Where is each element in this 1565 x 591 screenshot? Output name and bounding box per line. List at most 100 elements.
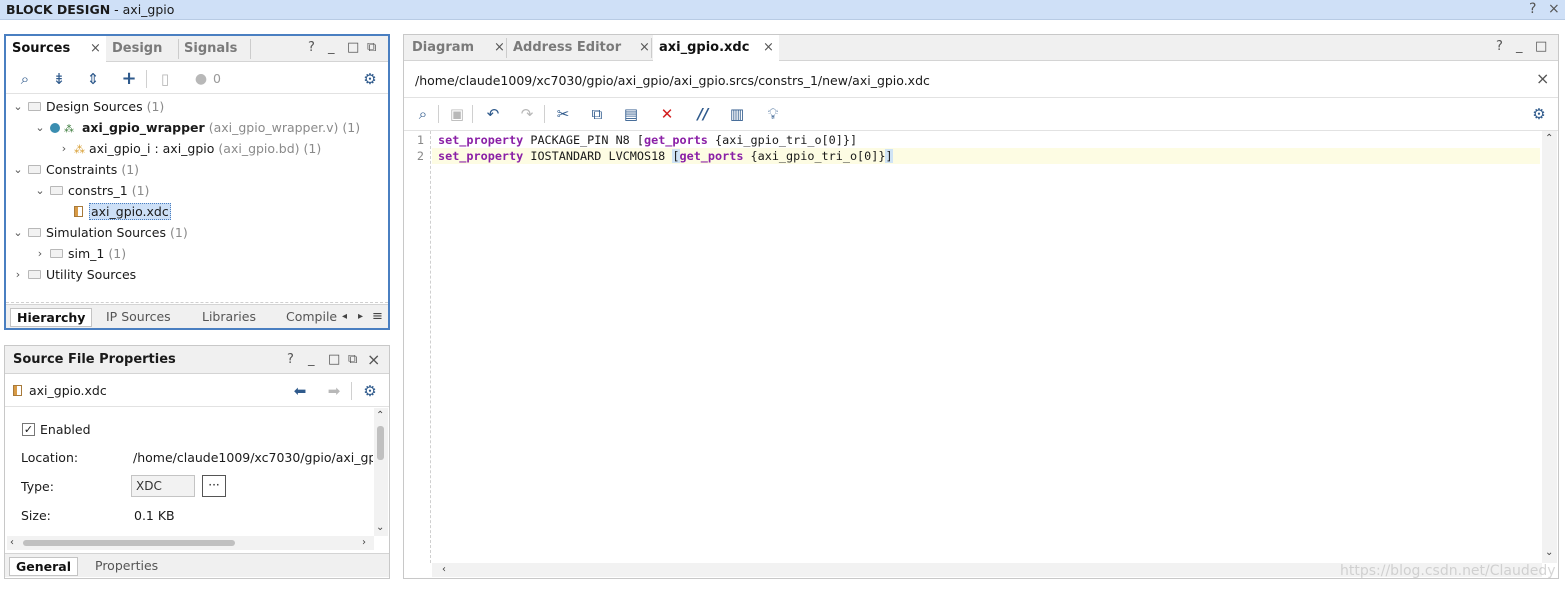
close-icon[interactable]: ×	[1548, 1, 1560, 17]
cut-icon[interactable]: ✂	[554, 105, 572, 123]
maximize-icon[interactable]: □	[1535, 39, 1547, 54]
chevron-right-icon[interactable]: ›	[58, 139, 70, 159]
tree-design-sources[interactable]: ⌄ Design Sources (1)	[12, 97, 164, 117]
chevron-down-icon[interactable]: ⌄	[34, 181, 46, 201]
chevron-down-icon[interactable]: ⌄	[34, 118, 46, 138]
tab-libraries[interactable]: Libraries	[196, 308, 262, 327]
scroll-left-icon[interactable]: ◂	[342, 311, 347, 322]
block-design-titlebar: BLOCK DESIGN - axi_gpio ? ×	[0, 0, 1565, 20]
tab-hierarchy[interactable]: Hierarchy	[10, 308, 93, 327]
float-icon[interactable]: ⧉	[348, 352, 357, 367]
tab-design[interactable]: Design	[106, 36, 178, 62]
maximize-icon[interactable]: □	[347, 40, 359, 55]
chevron-down-icon[interactable]: ⌄	[12, 97, 24, 117]
tree-utility-sources[interactable]: › Utility Sources	[12, 265, 136, 285]
hierarchy-update-icon[interactable]: ▯	[156, 70, 174, 88]
gutter-divider	[430, 131, 431, 563]
type-more-button[interactable]: ···	[202, 475, 226, 497]
scroll-thumb[interactable]	[23, 540, 235, 546]
scroll-left-icon[interactable]: ‹	[442, 564, 446, 575]
file-path: /home/claude1009/xc7030/gpio/axi_gpio/ax…	[415, 73, 930, 88]
lightbulb-icon[interactable]: 💡︎	[764, 105, 782, 123]
editor-tabbar: Diagram × Address Editor × axi_gpio.xdc …	[404, 35, 1558, 62]
collapse-all-icon[interactable]: ⇟	[50, 70, 68, 88]
tab-sources[interactable]: Sources ×	[6, 36, 106, 63]
location-value: /home/claude1009/xc7030/gpio/axi_gp	[133, 450, 373, 465]
tab-ip-sources[interactable]: IP Sources	[100, 308, 177, 327]
scroll-right-icon[interactable]: ›	[362, 537, 366, 548]
scroll-right-icon[interactable]: ▸	[358, 311, 363, 322]
enabled-checkbox[interactable]: ✓	[22, 423, 35, 436]
save-icon[interactable]: ▣	[448, 105, 466, 123]
tree-axi-gpio-wrapper[interactable]: ⌄ ⁂ axi_gpio_wrapper (axi_gpio_wrapper.v…	[34, 118, 360, 138]
source-file-properties-panel: Source File Properties ? _ □ ⧉ × axi_gpi…	[4, 345, 390, 579]
folder-icon	[28, 270, 41, 279]
close-tab-icon[interactable]: ×	[639, 35, 650, 61]
gear-icon[interactable]: ⚙	[361, 70, 379, 88]
scroll-left-icon[interactable]: ‹	[10, 537, 14, 548]
tab-signals[interactable]: Signals	[178, 36, 250, 62]
tree-simulation-sources[interactable]: ⌄ Simulation Sources (1)	[12, 223, 187, 243]
back-arrow-icon[interactable]: ⬅	[291, 382, 309, 400]
comment-toggle-icon[interactable]: //	[694, 105, 712, 123]
help-icon[interactable]: ?	[1496, 39, 1503, 54]
scroll-up-icon[interactable]: ⌃	[1545, 133, 1553, 144]
maximize-icon[interactable]: □	[328, 352, 340, 367]
help-icon[interactable]: ?	[1529, 1, 1536, 17]
undo-icon[interactable]: ↶	[484, 105, 502, 123]
scroll-down-icon[interactable]: ⌄	[1545, 547, 1553, 558]
type-label: Type:	[21, 479, 54, 494]
scroll-up-icon[interactable]: ⌃	[376, 410, 384, 421]
expand-all-icon[interactable]: ⇕	[84, 70, 102, 88]
watermark: https://blog.csdn.net/Claudedy	[1340, 563, 1556, 579]
gear-icon[interactable]: ⚙	[361, 382, 379, 400]
copy-icon[interactable]: ⧉	[588, 105, 606, 123]
tab-compile-order[interactable]: Compile	[280, 308, 343, 327]
help-icon[interactable]: ?	[287, 352, 294, 367]
code-line[interactable]: set_property IOSTANDARD LVCMOS18 [get_po…	[438, 148, 893, 164]
type-value-field[interactable]: XDC	[131, 475, 195, 497]
tree-axi-gpio-xdc[interactable]: axi_gpio.xdc	[74, 202, 171, 222]
scroll-down-icon[interactable]: ⌄	[376, 522, 384, 533]
properties-vscrollbar[interactable]: ⌃ ⌄	[374, 408, 388, 536]
paste-icon[interactable]: ▤	[622, 105, 640, 123]
tab-address-editor[interactable]: Address Editor ×	[507, 35, 651, 61]
chevron-right-icon[interactable]: ›	[12, 265, 24, 285]
tree-constrs-1[interactable]: ⌄ constrs_1 (1)	[34, 181, 149, 201]
tab-axi-gpio-xdc[interactable]: axi_gpio.xdc ×	[653, 35, 779, 62]
delete-icon[interactable]: ✕	[658, 105, 676, 123]
chevron-down-icon[interactable]: ⌄	[12, 160, 24, 180]
tree-constraints[interactable]: ⌄ Constraints (1)	[12, 160, 139, 180]
properties-filename: axi_gpio.xdc	[29, 383, 107, 398]
minimize-icon[interactable]: _	[1516, 39, 1523, 54]
tab-general[interactable]: General	[9, 557, 78, 576]
help-icon[interactable]: ?	[308, 40, 315, 55]
gear-icon[interactable]: ⚙	[1530, 105, 1548, 123]
add-sources-icon[interactable]: +	[120, 70, 138, 88]
column-mode-icon[interactable]: ▥	[728, 105, 746, 123]
close-icon[interactable]: ×	[1536, 69, 1549, 88]
code-line[interactable]: set_property PACKAGE_PIN N8 [get_ports {…	[438, 132, 857, 148]
tab-properties[interactable]: Properties	[89, 557, 164, 576]
close-tab-icon[interactable]: ×	[90, 36, 101, 62]
close-icon[interactable]: ×	[367, 350, 380, 369]
redo-icon[interactable]: ↷	[518, 105, 536, 123]
search-icon[interactable]: ⌕	[414, 105, 432, 123]
minimize-icon[interactable]: _	[308, 352, 315, 367]
minimize-icon[interactable]: _	[328, 40, 335, 55]
menu-icon[interactable]: ≡	[372, 309, 383, 324]
scroll-thumb[interactable]	[377, 426, 384, 460]
float-icon[interactable]: ⧉	[367, 40, 376, 55]
editor-vscrollbar[interactable]: ⌃ ⌄	[1542, 131, 1557, 563]
properties-hscrollbar[interactable]: ‹ ›	[7, 536, 374, 550]
forward-arrow-icon[interactable]: ➡	[325, 382, 343, 400]
top-module-icon	[50, 122, 60, 133]
tab-diagram[interactable]: Diagram ×	[406, 35, 506, 61]
tree-axi-gpio-i[interactable]: › ⁂ axi_gpio_i : axi_gpio (axi_gpio.bd) (…	[58, 139, 321, 159]
search-icon[interactable]: ⌕	[16, 70, 34, 88]
tree-sim-1[interactable]: › sim_1 (1)	[34, 244, 126, 264]
close-tab-icon[interactable]: ×	[494, 35, 505, 61]
close-tab-icon[interactable]: ×	[763, 35, 774, 61]
chevron-down-icon[interactable]: ⌄	[12, 223, 24, 243]
chevron-right-icon[interactable]: ›	[34, 244, 46, 264]
